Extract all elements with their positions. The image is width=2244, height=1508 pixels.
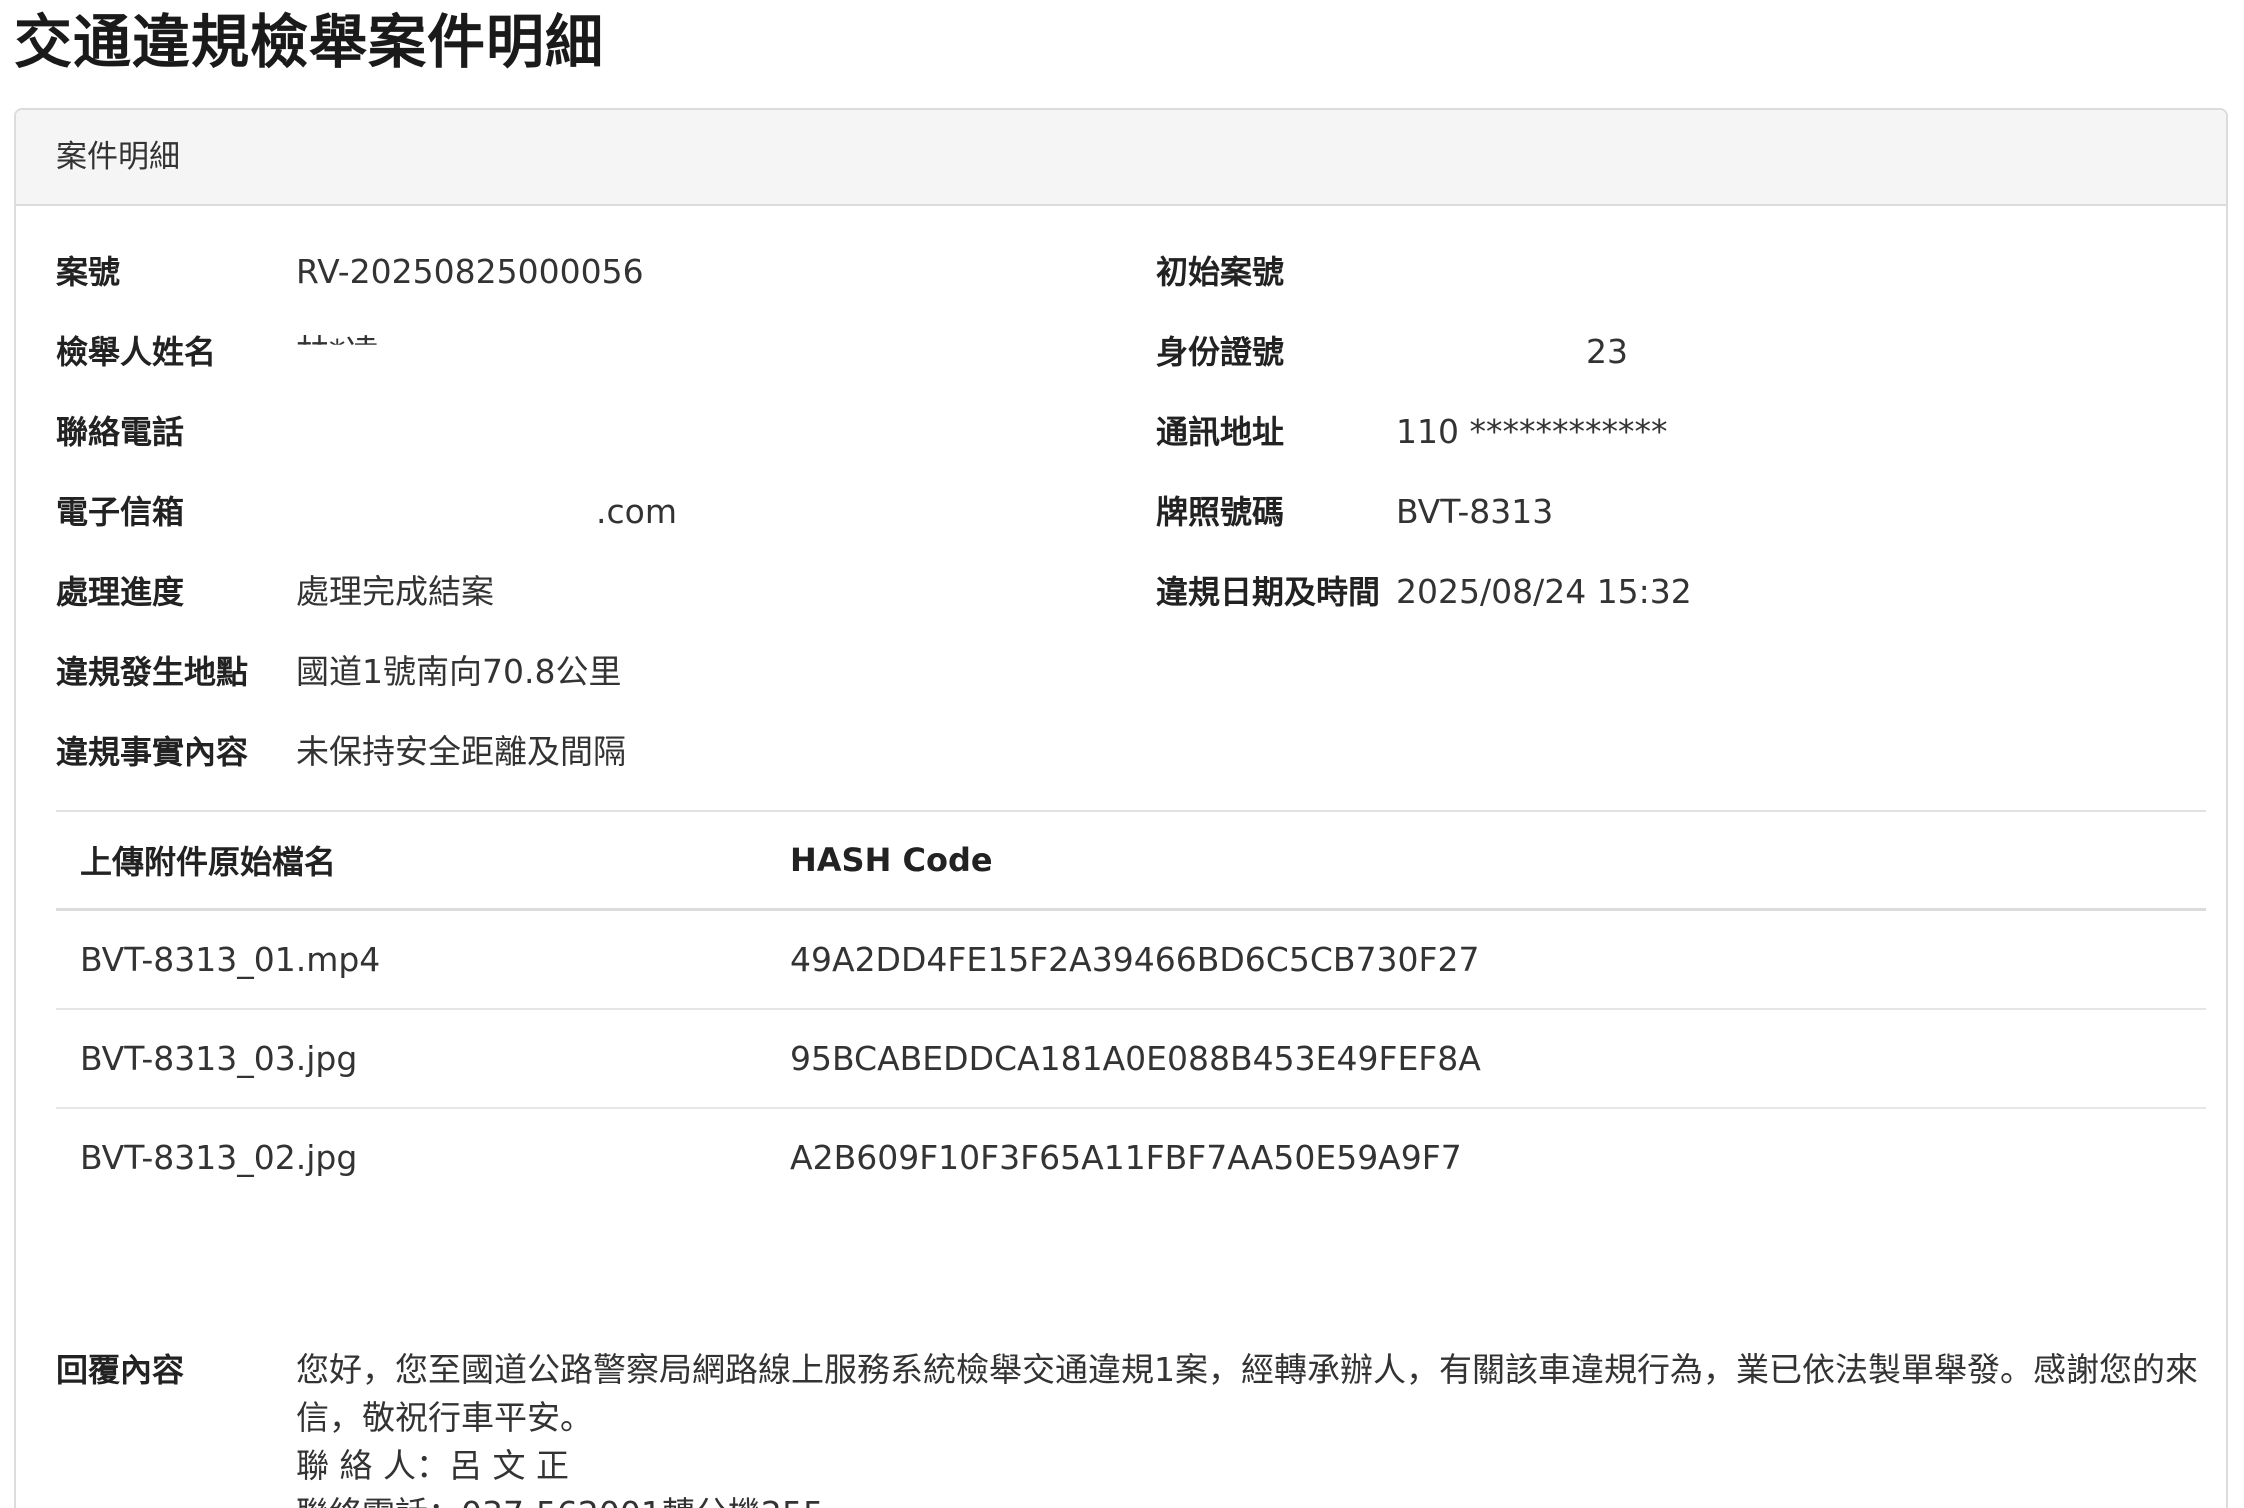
table-header-row: 上傳附件原始檔名 HASH Code [56, 810, 2206, 911]
table-row: BVT-8313_01.mp4 49A2DD4FE15F2A39466BD6C5… [56, 909, 2206, 1010]
reporter-name-label: 檢舉人姓名 [56, 333, 217, 371]
reply-contact-person: 聯 絡 人：呂 文 正 [296, 1446, 569, 1485]
plate-value: BVT-8313 [1396, 492, 1554, 531]
violation-location-label: 違規發生地點 [56, 653, 249, 691]
email-value: .com [596, 492, 677, 531]
table-row: BVT-8313_03.jpg 95BCABEDDCA181A0E088B453… [56, 1009, 2206, 1109]
case-no-label: 案號 [56, 253, 121, 291]
id-no-value: 23 [1586, 332, 1628, 371]
reporter-name-value: 林*凌 [296, 332, 379, 371]
id-no-label: 身份證號 [1156, 333, 1285, 371]
table-row: BVT-8313_02.jpg A2B609F10F3F65A11FBF7AA5… [56, 1108, 2206, 1206]
status-value: 處理完成結案 [296, 572, 494, 611]
page: 交通違規檢舉案件明細 案件明細 案號 RV-20250825000056 初始案… [0, 0, 2244, 1508]
violation-location-value: 國道1號南向70.8公里 [296, 652, 622, 691]
address-value: 110 ************ [1396, 412, 1668, 451]
violation-fact-label: 違規事實內容 [56, 733, 249, 771]
violation-fact-value: 未保持安全距離及間隔 [296, 732, 626, 771]
filename-column-header: 上傳附件原始檔名 [56, 810, 766, 911]
attachment-hash: 95BCABEDDCA181A0E088B453E49FEF8A [766, 1009, 2206, 1109]
attachment-hash: 49A2DD4FE15F2A39466BD6C5CB730F27 [766, 909, 2206, 1010]
attachment-filename: BVT-8313_02.jpg [80, 1138, 358, 1177]
violation-datetime-label: 違規日期及時間 [1156, 573, 1381, 611]
page-title: 交通違規檢舉案件明細 [14, 8, 605, 76]
email-label: 電子信箱 [56, 493, 185, 531]
violation-datetime-value: 2025/08/24 15:32 [1396, 572, 1692, 611]
attachment-filename: BVT-8313_01.mp4 [56, 909, 766, 1010]
address-label: 通訊地址 [1156, 413, 1285, 451]
plate-label: 牌照號碼 [1156, 493, 1285, 531]
case-no-value: RV-20250825000056 [296, 252, 644, 291]
phone-label: 聯絡電話 [56, 413, 185, 451]
attachments-table: 上傳附件原始檔名 HASH Code BVT-8313_01.mp4 49A2D… [56, 810, 2206, 1206]
original-case-no-label: 初始案號 [1156, 253, 1285, 291]
case-detail-panel: 案件明細 案號 RV-20250825000056 初始案號 檢舉人姓名 林*凌… [14, 108, 2228, 1508]
reply-contact-phone: 聯絡電話：037-562001轉分機255 [296, 1490, 2216, 1508]
status-label: 處理進度 [56, 573, 185, 611]
hash-column-header: HASH Code [766, 810, 2206, 911]
reply-content: 您好，您至國道公路警察局網路線上服務系統檢舉交通違規1案，經轉承辦人，有關該車違… [296, 1346, 2216, 1508]
attachment-hash: A2B609F10F3F65A11FBF7AA50E59A9F7 [790, 1138, 1462, 1177]
panel-heading: 案件明細 [16, 110, 2226, 206]
reply-message: 您好，您至國道公路警察局網路線上服務系統檢舉交通違規1案，經轉承辦人，有關該車違… [296, 1350, 2198, 1437]
reply-label: 回覆內容 [56, 1351, 185, 1389]
attachment-filename: BVT-8313_03.jpg [56, 1009, 766, 1109]
